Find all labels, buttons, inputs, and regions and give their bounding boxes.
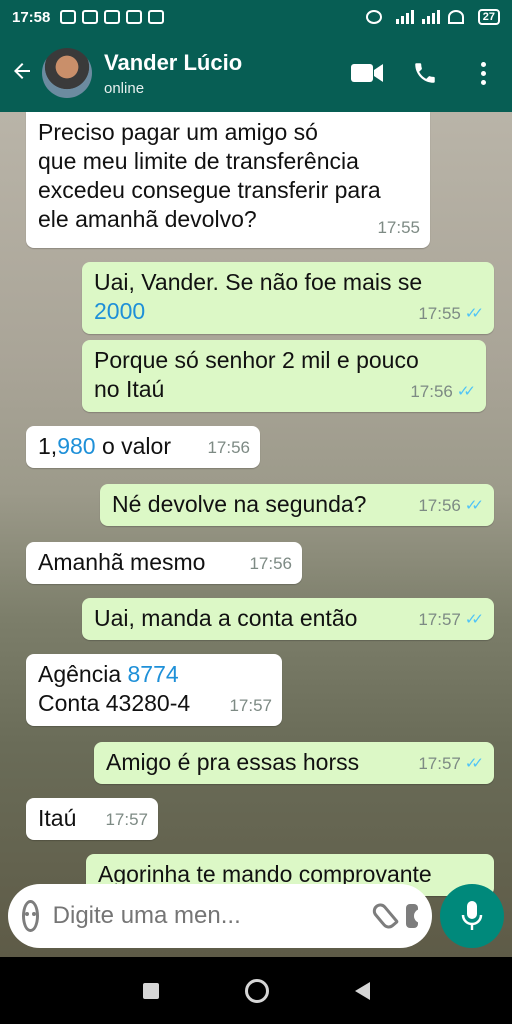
message-incoming[interactable]: Agência 8774 Conta 43280-4 17:57 xyxy=(26,654,282,726)
message-time: 17:56 xyxy=(410,382,453,401)
back-arrow-icon[interactable] xyxy=(2,59,42,88)
message-text: Uai, manda a conta então xyxy=(94,605,358,631)
message-text: que meu limite de transferência xyxy=(38,148,359,174)
message-time: 17:57 xyxy=(105,810,148,829)
message-time: 17:55 xyxy=(418,304,461,323)
read-ticks-icon: ✓✓ xyxy=(464,497,484,514)
message-text: Porque só senhor 2 mil e pouco xyxy=(94,347,419,373)
message-time: 17:55 xyxy=(377,218,420,237)
message-text: o valor xyxy=(95,433,171,459)
video-call-icon[interactable] xyxy=(338,62,396,84)
battery-icon: 27 xyxy=(477,9,500,25)
message-link[interactable]: 980 xyxy=(57,433,95,459)
system-nav-bar xyxy=(0,957,512,1024)
wifi-icon xyxy=(447,10,464,24)
chat-area[interactable]: Preciso pagar um amigo só que meu limite… xyxy=(0,112,512,957)
message-outgoing[interactable]: Uai, manda a conta então 17:57 ✓✓ xyxy=(82,598,494,640)
back-button[interactable] xyxy=(354,981,370,1000)
read-ticks-icon: ✓✓ xyxy=(464,755,484,772)
message-text: Agência xyxy=(38,661,128,687)
alarm-icon xyxy=(365,10,382,24)
avatar[interactable] xyxy=(42,48,92,98)
message-outgoing[interactable]: Amigo é pra essas horss 17:57 ✓✓ xyxy=(94,742,494,784)
message-time: 17:56 xyxy=(418,496,461,515)
message-time: 17:57 xyxy=(418,610,461,629)
recents-button[interactable] xyxy=(142,982,159,999)
contact-info[interactable]: Vander Lúcio online xyxy=(104,50,338,97)
message-text: excedeu consegue transferir para xyxy=(38,177,381,203)
message-text: Itaú xyxy=(38,805,77,831)
message-input[interactable] xyxy=(52,902,363,930)
read-ticks-icon: ✓✓ xyxy=(464,611,484,628)
facebook-icon xyxy=(60,10,77,24)
tiktok-icon xyxy=(82,10,99,24)
message-incoming[interactable]: 1,980 o valor 17:56 xyxy=(26,426,260,468)
message-time: 17:57 xyxy=(418,754,461,773)
message-text: 1, xyxy=(38,433,58,459)
whatsapp-icon xyxy=(126,10,143,24)
signal-icon-2 xyxy=(421,10,440,24)
message-outgoing[interactable]: Uai, Vander. Se não foe mais se 2000 17:… xyxy=(82,262,494,334)
contact-status: online xyxy=(104,79,145,97)
signal-icon xyxy=(395,10,414,24)
attach-icon[interactable] xyxy=(369,900,399,932)
status-time: 17:58 xyxy=(12,8,51,26)
message-text: Né devolve na segunda? xyxy=(112,491,367,517)
contact-name: Vander Lúcio xyxy=(104,49,243,75)
status-bar: 17:58 27 xyxy=(0,0,512,34)
message-time: 17:56 xyxy=(207,438,250,457)
emoji-icon[interactable] xyxy=(22,900,39,932)
instagram-icon xyxy=(104,10,121,24)
message-incoming[interactable]: Amanhã mesmo 17:56 xyxy=(26,542,302,584)
menu-dots-icon[interactable] xyxy=(454,61,512,85)
message-composer xyxy=(8,884,432,948)
message-text: Amigo é pra essas horss xyxy=(106,749,360,775)
message-time: 17:57 xyxy=(229,696,272,715)
read-ticks-icon: ✓✓ xyxy=(456,383,476,400)
message-text: Amanhã mesmo xyxy=(38,549,206,575)
message-incoming[interactable]: Preciso pagar um amigo só que meu limite… xyxy=(26,112,430,248)
hotspot-icon xyxy=(148,10,165,24)
message-text: Uai, Vander. Se não foe mais se xyxy=(94,269,423,295)
home-button[interactable] xyxy=(244,978,269,1003)
read-ticks-icon: ✓✓ xyxy=(464,305,484,322)
message-link[interactable]: 8774 xyxy=(128,661,179,687)
message-text: ele amanhã devolvo? xyxy=(38,206,257,232)
message-outgoing[interactable]: Porque só senhor 2 mil e pouco no Itaú 1… xyxy=(82,340,486,412)
message-outgoing[interactable]: Né devolve na segunda? 17:56 ✓✓ xyxy=(100,484,494,526)
camera-icon[interactable] xyxy=(405,904,429,928)
chat-header: Vander Lúcio online xyxy=(0,34,512,112)
message-incoming[interactable]: Itaú 17:57 xyxy=(26,798,158,840)
mic-icon[interactable] xyxy=(440,884,504,948)
message-text: Preciso pagar um amigo só xyxy=(38,119,318,145)
message-time: 17:56 xyxy=(249,554,292,573)
phone-icon[interactable] xyxy=(396,60,454,86)
